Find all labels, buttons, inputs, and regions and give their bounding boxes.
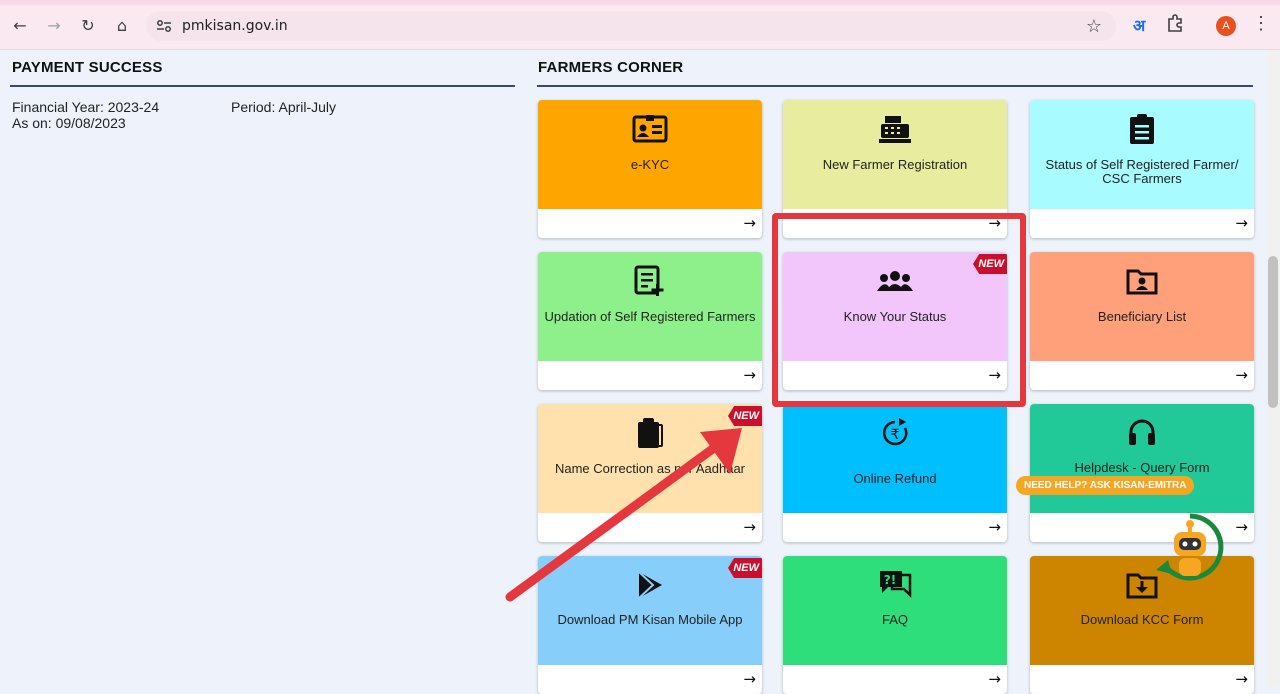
farmers-corner-title: FARMERS CORNER: [538, 59, 684, 76]
tile-e-kyc[interactable]: e-KYC →: [538, 100, 762, 238]
tile-color-block[interactable]: Status of Self Registered Farmer/ CSC Fa…: [1030, 100, 1254, 209]
financial-year: Financial Year: 2023-24: [12, 99, 160, 115]
menu-kebab-icon[interactable]: ⋮: [1252, 13, 1270, 34]
tile-color-block[interactable]: New Farmer Registration: [783, 100, 1007, 209]
tile-color-block[interactable]: Name Correction as per Aadhaar: [538, 404, 762, 513]
rupee-refund-icon: ₹: [783, 416, 1007, 450]
need-help-pill[interactable]: NEED HELP? ASK KISAN-EMITRA: [1016, 476, 1195, 495]
tile-label[interactable]: Download PM Kisan Mobile App: [542, 613, 758, 627]
browser-toolbar: ← → ↻ ⌂ pmkisan.gov.in ☆ अ A ⋮: [0, 0, 1280, 50]
tile-label[interactable]: Status of Self Registered Farmer/ CSC Fa…: [1034, 158, 1250, 186]
clipboard-list-icon: [1030, 112, 1254, 146]
tile-color-block[interactable]: e-KYC: [538, 100, 762, 209]
tile-color-block[interactable]: Updation of Self Registered Farmers: [538, 252, 762, 361]
arrow-right-icon[interactable]: →: [988, 670, 1001, 688]
arrow-right-icon[interactable]: →: [1235, 518, 1248, 536]
svg-text:?!: ?!: [884, 573, 896, 587]
clipboard-icon: [538, 416, 762, 450]
tile-online-refund[interactable]: ₹ Online Refund →: [783, 404, 1007, 542]
tile-label[interactable]: FAQ: [787, 613, 1003, 627]
tile-label[interactable]: Beneficiary List: [1034, 310, 1250, 324]
headset-icon: [1030, 416, 1254, 450]
tile-label[interactable]: Updation of Self Registered Farmers: [542, 310, 758, 324]
faq-icon: ?!: [783, 568, 1007, 602]
tile-download-pm-kisan-mobile-app[interactable]: Download PM Kisan Mobile App NEW →: [538, 556, 762, 694]
period: Period: April-July: [231, 99, 337, 115]
tile-label[interactable]: Online Refund: [787, 472, 1003, 486]
home-icon[interactable]: ⌂: [110, 13, 134, 37]
tile-color-block[interactable]: Helpdesk - Query Form: [1030, 404, 1254, 513]
tile-label[interactable]: Name Correction as per Aadhaar: [542, 462, 758, 476]
new-badge: NEW: [728, 406, 762, 426]
payment-divider: [10, 85, 515, 87]
as-on-date: As on: 09/08/2023: [12, 115, 126, 131]
page-content: PAYMENT SUCCESS Financial Year: 2023-24 …: [0, 50, 1266, 694]
tile-beneficiary-list[interactable]: Beneficiary List →: [1030, 252, 1254, 390]
svg-text:₹: ₹: [891, 427, 900, 443]
forward-icon[interactable]: →: [42, 13, 66, 37]
url-text[interactable]: pmkisan.gov.in: [182, 18, 288, 34]
back-icon[interactable]: ←: [8, 13, 32, 37]
highlight-box: [772, 213, 1026, 407]
tile-status-of-self-registered-farmer-csc-farmers[interactable]: Status of Self Registered Farmer/ CSC Fa…: [1030, 100, 1254, 238]
play-store-icon: [538, 568, 762, 602]
arrow-right-icon[interactable]: →: [743, 670, 756, 688]
folder-user-icon: [1030, 264, 1254, 298]
arrow-right-icon[interactable]: →: [988, 518, 1001, 536]
profile-avatar[interactable]: A: [1216, 16, 1236, 36]
id-card-icon: [538, 112, 762, 146]
tile-label[interactable]: e-KYC: [542, 158, 758, 172]
tile-label[interactable]: Download KCC Form: [1034, 613, 1250, 627]
bookmark-star-icon[interactable]: ☆: [1086, 16, 1102, 37]
arrow-right-icon[interactable]: →: [743, 366, 756, 384]
tile-faq[interactable]: ?! FAQ →: [783, 556, 1007, 694]
need-help-label[interactable]: NEED HELP? ASK KISAN-EMITRA: [1024, 480, 1186, 491]
edit-list-icon: [538, 264, 762, 298]
translate-icon[interactable]: अ: [1133, 14, 1145, 36]
kisan-emitra-bot-icon[interactable]: [1154, 512, 1226, 584]
arrow-right-icon[interactable]: →: [1235, 366, 1248, 384]
tile-color-block[interactable]: Download PM Kisan Mobile App: [538, 556, 762, 665]
new-badge-label: NEW: [733, 410, 759, 422]
new-badge-label: NEW: [733, 562, 759, 574]
reload-icon[interactable]: ↻: [76, 13, 100, 37]
tab-strip: [0, 0, 1280, 5]
site-settings-icon[interactable]: [156, 18, 172, 34]
farmers-corner-divider: [537, 85, 1253, 87]
tile-label[interactable]: New Farmer Registration: [787, 158, 1003, 172]
tile-color-block[interactable]: ?! FAQ: [783, 556, 1007, 665]
tile-name-correction-as-per-aadhaar[interactable]: Name Correction as per Aadhaar NEW →: [538, 404, 762, 542]
arrow-right-icon[interactable]: →: [743, 214, 756, 232]
payment-success-title: PAYMENT SUCCESS: [12, 59, 163, 76]
extensions-icon[interactable]: [1166, 14, 1184, 36]
arrow-right-icon[interactable]: →: [743, 518, 756, 536]
address-bar[interactable]: pmkisan.gov.in ☆: [146, 11, 1116, 41]
arrow-right-icon[interactable]: →: [1235, 214, 1248, 232]
new-badge: NEW: [728, 558, 762, 578]
tile-color-block[interactable]: ₹ Online Refund: [783, 404, 1007, 513]
arrow-right-icon[interactable]: →: [1235, 670, 1248, 688]
tile-label[interactable]: Helpdesk - Query Form: [1034, 461, 1250, 475]
tile-updation-of-self-registered-farmers[interactable]: Updation of Self Registered Farmers →: [538, 252, 762, 390]
scrollbar-thumb[interactable]: [1268, 256, 1278, 408]
tile-color-block[interactable]: Beneficiary List: [1030, 252, 1254, 361]
cash-register-icon: [783, 112, 1007, 146]
